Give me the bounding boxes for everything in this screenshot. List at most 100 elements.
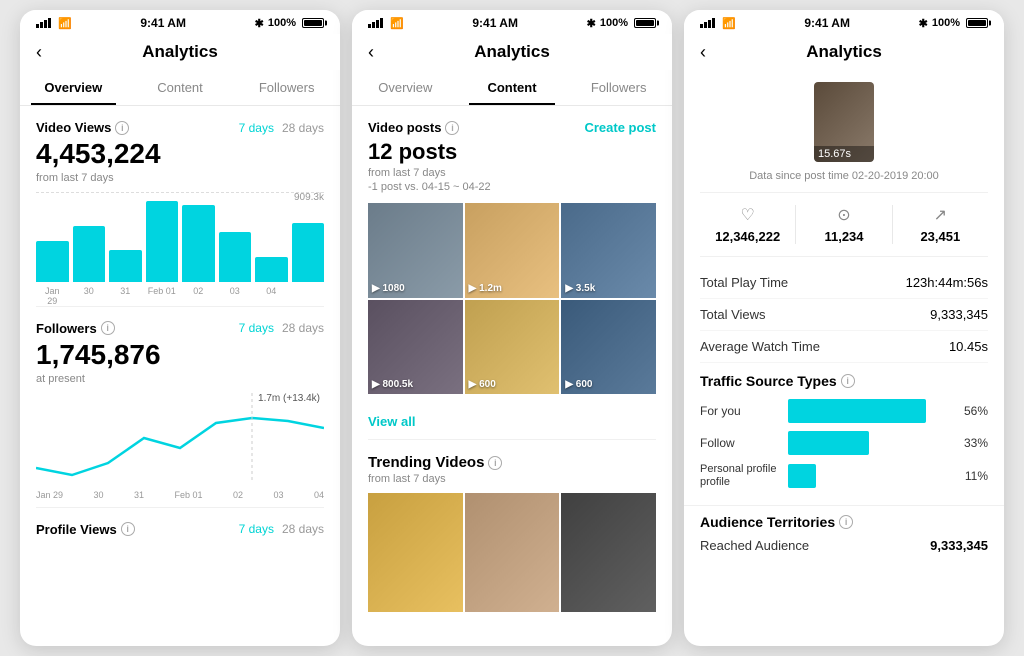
posts-from: from last 7 days <box>368 167 656 179</box>
back-button-2[interactable]: ‹ <box>368 42 374 63</box>
info-icon-vv[interactable]: i <box>115 121 129 135</box>
info-icon-fl[interactable]: i <box>101 321 115 335</box>
battery-pct-2: 100% <box>600 17 628 29</box>
trending-section: Trending Videos i from last 7 days <box>352 440 672 621</box>
metric-value-1: 123h:44m:56s <box>906 275 988 290</box>
trending-title: Trending Videos i <box>368 454 656 471</box>
reached-label: Reached Audience <box>700 538 809 553</box>
tabs-1: Overview Content Followers <box>20 70 340 106</box>
status-time-3: 9:41 AM <box>804 16 850 30</box>
battery-pct-3: 100% <box>932 17 960 29</box>
filter-28days-vv[interactable]: 28 days <box>282 121 324 135</box>
page-title-3: Analytics <box>806 42 882 62</box>
filter-7days-pv[interactable]: 7 days <box>239 522 274 536</box>
tab-overview-1[interactable]: Overview <box>20 70 127 105</box>
wifi-icon-3: 📶 <box>722 17 736 30</box>
chart-max: 909.3k <box>294 192 324 203</box>
profile-views-filters: 7 days 28 days <box>239 522 324 536</box>
tab-content-2[interactable]: Content <box>459 70 566 105</box>
video-count-2: ▶ 1.2m <box>469 283 502 294</box>
bar-label: 02 <box>182 286 215 306</box>
reached-value: 9,333,345 <box>930 538 988 553</box>
video-thumb-1[interactable]: ▶ 1080 <box>368 203 463 298</box>
traffic-bar-profile <box>788 464 816 488</box>
status-time-2: 9:41 AM <box>472 16 518 30</box>
followers-value: 1,745,876 <box>36 340 324 371</box>
followers-section: Followers i 7 days 28 days 1,745,876 at … <box>20 307 340 507</box>
video-thumb-2[interactable]: ▶ 1.2m <box>465 203 560 298</box>
trending-thumb-2[interactable] <box>465 493 560 611</box>
info-icon-at[interactable]: i <box>839 515 853 529</box>
info-icon-vp[interactable]: i <box>445 121 459 135</box>
metric-value-2: 9,333,345 <box>930 307 988 322</box>
traffic-pct-follow: 33% <box>958 436 988 450</box>
trending-thumb-1[interactable] <box>368 493 463 611</box>
filter-7days-fl[interactable]: 7 days <box>239 321 274 335</box>
video-count-4: ▶ 800.5k <box>372 379 413 390</box>
filter-28days-fl[interactable]: 28 days <box>282 321 324 335</box>
tab-overview-2[interactable]: Overview <box>352 70 459 105</box>
video-views-sub: from last 7 days <box>36 172 324 184</box>
video-thumb-3[interactable]: ▶ 3.5k <box>561 203 656 298</box>
create-post-button[interactable]: Create post <box>584 120 656 135</box>
bar-label: Jan29 <box>36 286 69 306</box>
stats-row: ♡ 12,346,222 ⊙ 11,234 ↗ 23,451 <box>700 192 988 257</box>
traffic-label-foryou: For you <box>700 404 780 418</box>
line-chart: 1.7m (+13.4k) Jan 29 30 31 Feb 01 02 03 … <box>36 393 324 493</box>
filter-28days-pv[interactable]: 28 days <box>282 522 324 536</box>
signal-bar <box>48 18 51 28</box>
info-icon-ts[interactable]: i <box>841 374 855 388</box>
profile-views-title: Profile Views i <box>36 522 135 537</box>
bar <box>219 232 252 282</box>
video-views-header: Video Views i 7 days 28 days <box>36 120 324 135</box>
share-icon: ↗ <box>934 205 947 225</box>
line-label: Jan 29 <box>36 490 63 500</box>
video-thumb-5[interactable]: ▶ 600 <box>465 300 560 395</box>
filter-7days-vv[interactable]: 7 days <box>239 121 274 135</box>
bar-label <box>292 286 325 306</box>
metric-row-2: Total Views 9,333,345 <box>700 299 988 331</box>
video-views-filters: 7 days 28 days <box>239 121 324 135</box>
tab-followers-1[interactable]: Followers <box>233 70 340 105</box>
info-icon-tv[interactable]: i <box>488 456 502 470</box>
signal-bars-3 <box>700 18 715 28</box>
back-button-1[interactable]: ‹ <box>36 42 42 63</box>
bar <box>292 223 325 282</box>
heart-icon: ♡ <box>740 205 754 225</box>
battery-icon-2 <box>634 18 656 28</box>
traffic-bar-container-foryou <box>788 399 950 423</box>
phones-container: 📶 9:41 AM ✱ 100% ‹ Analytics Overview Co… <box>10 0 1014 656</box>
view-all-link[interactable]: View all <box>352 404 672 439</box>
page-title-1: Analytics <box>142 42 218 62</box>
tab-content-1[interactable]: Content <box>127 70 234 105</box>
traffic-bar-foryou <box>788 399 926 423</box>
back-button-3[interactable]: ‹ <box>700 42 706 63</box>
traffic-row-follow: Follow 33% <box>700 431 988 455</box>
bar <box>146 201 179 282</box>
video-views-title: Video Views i <box>36 120 129 135</box>
video-thumb-4[interactable]: ▶ 800.5k <box>368 300 463 395</box>
phone-1: 📶 9:41 AM ✱ 100% ‹ Analytics Overview Co… <box>20 10 340 646</box>
battery-fill-1 <box>304 20 322 26</box>
content-1: Video Views i 7 days 28 days 4,453,224 f… <box>20 106 340 646</box>
line-label: 04 <box>314 490 324 500</box>
content-2: Video posts i Create post 12 posts from … <box>352 106 672 646</box>
video-views-value: 4,453,224 <box>36 139 324 170</box>
signal-bar <box>376 20 379 28</box>
header-3: ‹ Analytics <box>684 34 1004 70</box>
bar-label: 03 <box>219 286 252 306</box>
signal-bar <box>708 20 711 28</box>
traffic-label-profile: Personal profileprofile <box>700 463 780 489</box>
tab-followers-2[interactable]: Followers <box>565 70 672 105</box>
traffic-bar-container-follow <box>788 431 950 455</box>
trending-sub: from last 7 days <box>368 473 656 485</box>
video-thumb-6[interactable]: ▶ 600 <box>561 300 656 395</box>
page-title-2: Analytics <box>474 42 550 62</box>
bar-label: 04 <box>255 286 288 306</box>
header-1: ‹ Analytics <box>20 34 340 70</box>
info-icon-pv[interactable]: i <box>121 522 135 536</box>
traffic-row-profile: Personal profileprofile 11% <box>700 463 988 489</box>
line-label: 31 <box>134 490 144 500</box>
trending-thumb-3[interactable] <box>561 493 656 611</box>
audience-title: Audience Territories i <box>700 514 988 530</box>
